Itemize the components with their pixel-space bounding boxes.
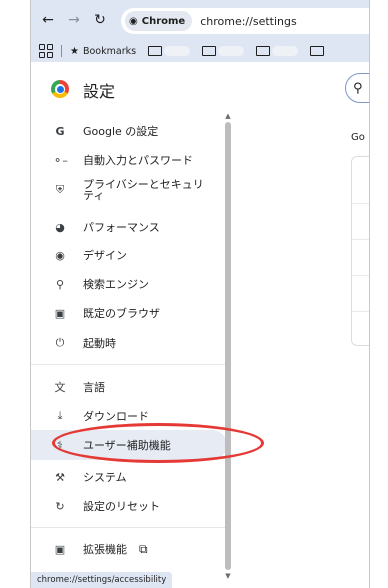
sidebar-item-label: 設定のリセット xyxy=(83,500,160,513)
sidebar-item-label: ダウンロード xyxy=(83,410,149,423)
wrench-icon: ⚒ xyxy=(55,470,65,484)
accessibility-icon: ⚕ xyxy=(57,438,63,452)
settings-card xyxy=(351,156,369,346)
sidebar-item-appearance[interactable]: ◉ デザイン xyxy=(31,240,231,270)
sidebar-divider xyxy=(31,364,231,365)
sidebar-item-label: 起動時 xyxy=(83,337,116,350)
reset-icon: ↻ xyxy=(55,499,65,513)
reload-icon[interactable]: ↻ xyxy=(91,11,109,29)
folder-icon[interactable] xyxy=(148,46,163,56)
back-arrow-icon[interactable]: ← xyxy=(39,11,57,29)
folder-icon[interactable] xyxy=(310,46,325,56)
palette-icon: ◉ xyxy=(55,248,65,262)
sidebar-item-label: プライバシーとセキュリティ xyxy=(83,178,204,202)
sidebar-item-languages[interactable]: 文 言語 xyxy=(31,372,231,402)
card-row-divider xyxy=(352,203,369,204)
card-row-divider xyxy=(352,311,369,312)
bookmark-item[interactable] xyxy=(164,46,191,56)
sidebar-item-system[interactable]: ⚒ システム xyxy=(31,462,231,492)
search-icon: ⚲ xyxy=(55,277,65,291)
sidebar-item-reset-settings[interactable]: ↻ 設定のリセット xyxy=(31,491,231,521)
section-label: Go xyxy=(351,132,365,143)
url-text[interactable]: chrome://settings xyxy=(200,15,297,28)
apps-grid-icon[interactable] xyxy=(39,44,53,58)
search-icon: ⚲ xyxy=(353,80,363,96)
shield-icon: ⛨ xyxy=(55,183,65,196)
sidebar-item-default-browser[interactable]: ▣ 既定のブラウザ xyxy=(31,298,231,328)
translate-icon: 文 xyxy=(54,381,66,394)
open-in-new-icon: ⧉ xyxy=(139,541,148,556)
bookmarks-divider xyxy=(61,45,62,57)
sidebar-item-accessibility[interactable]: ⚕ ユーザー補助機能 xyxy=(31,430,227,460)
sidebar-item-downloads[interactable]: ⤓ ダウンロード xyxy=(31,401,231,431)
bookmark-item[interactable] xyxy=(218,46,245,56)
bookmarks-bar: ★ Bookmarks xyxy=(31,40,369,62)
star-icon: ★ xyxy=(70,45,79,57)
extension-icon: ▣ xyxy=(54,542,66,556)
card-row-divider xyxy=(352,275,369,276)
sidebar-item-label: 言語 xyxy=(83,381,105,394)
sidebar-divider xyxy=(31,527,231,528)
sidebar-item-label: システム xyxy=(83,471,127,484)
folder-icon[interactable] xyxy=(202,46,217,56)
sidebar-item-label: パフォーマンス xyxy=(83,221,160,234)
sidebar-item-label: Google の設定 xyxy=(83,125,159,138)
browser-window-icon: ▣ xyxy=(54,306,66,320)
sidebar-item-performance[interactable]: ◕ パフォーマンス xyxy=(31,212,231,242)
sidebar-scrollbar[interactable]: ▲ ▼ xyxy=(223,112,233,582)
settings-search-field[interactable]: ⚲ xyxy=(345,73,369,103)
sidebar-item-search-engine[interactable]: ⚲ 検索エンジン xyxy=(31,269,231,299)
sidebar-item-label: ユーザー補助機能 xyxy=(83,439,171,452)
site-chip[interactable]: ◉ Chrome xyxy=(125,11,193,31)
chrome-logo-icon xyxy=(51,80,69,98)
chrome-icon: ◉ xyxy=(129,15,138,27)
browser-window: ← → ↻ ◉ Chrome chrome://settings ★ Bookm… xyxy=(30,0,370,588)
sidebar-item-label: 拡張機能 xyxy=(83,543,127,556)
card-row-divider xyxy=(352,239,369,240)
settings-content: Go xyxy=(351,112,369,588)
sidebar-item-label: 自動入力とパスワード xyxy=(83,154,193,167)
scroll-up-arrow-icon[interactable]: ▲ xyxy=(223,112,233,120)
sidebar-item-autofill[interactable]: ⚬– 自動入力とパスワード xyxy=(31,145,231,175)
power-icon: ⏻ xyxy=(55,336,65,349)
page-title: 設定 xyxy=(83,82,116,101)
scrollbar-thumb[interactable] xyxy=(225,122,231,570)
sidebar-item-on-startup[interactable]: ⏻ 起動時 xyxy=(31,328,231,358)
site-chip-label: Chrome xyxy=(141,15,186,27)
speedometer-icon: ◕ xyxy=(55,220,65,234)
sidebar-item-label: 既定のブラウザ xyxy=(83,307,160,320)
bookmark-item[interactable] xyxy=(272,46,299,56)
sidebar-item-privacy[interactable]: ⛨ プライバシーとセキュリティ xyxy=(31,172,231,208)
status-bar-url: chrome://settings/accessibility xyxy=(31,572,173,588)
forward-arrow-icon[interactable]: → xyxy=(65,11,83,29)
key-icon: ⚬– xyxy=(53,153,68,167)
omnibox[interactable]: ◉ Chrome chrome://settings xyxy=(121,8,369,34)
scroll-down-arrow-icon[interactable]: ▼ xyxy=(223,572,233,580)
sidebar-item-extensions[interactable]: ▣ 拡張機能 ⧉ xyxy=(31,534,231,564)
download-icon: ⤓ xyxy=(57,409,63,422)
sidebar-item-google[interactable]: G Google の設定 xyxy=(31,116,231,146)
sidebar-item-label: デザイン xyxy=(83,249,127,262)
google-icon: G xyxy=(55,124,65,138)
address-bar: ← → ↻ ◉ Chrome chrome://settings xyxy=(31,0,369,40)
sidebar-item-label: 検索エンジン xyxy=(83,278,149,291)
bookmarks-label[interactable]: Bookmarks xyxy=(83,46,136,57)
folder-icon[interactable] xyxy=(256,46,271,56)
